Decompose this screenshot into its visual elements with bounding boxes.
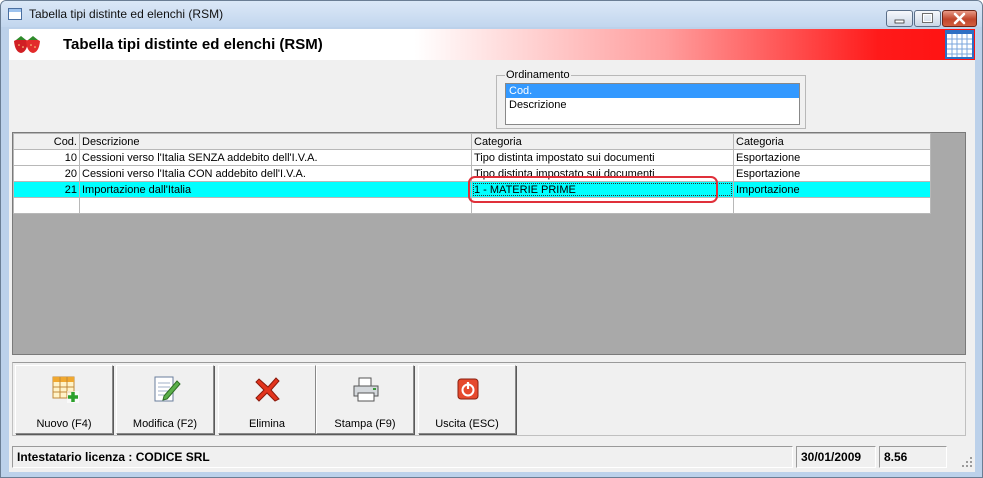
maximize-button[interactable] (914, 10, 941, 27)
printer-icon (353, 377, 379, 402)
col-header-categoria[interactable]: Categoria (471, 133, 734, 150)
status-license: Intestatario licenza : CODICE SRL (12, 446, 793, 468)
cell-cod[interactable]: 21 (13, 181, 80, 198)
grid-header-row: Cod. Descrizione Categoria Categoria (13, 133, 931, 150)
exit-button-label: Uscita (ESC) (435, 418, 499, 430)
col-header-descrizione[interactable]: Descrizione (79, 133, 472, 150)
status-bar: Intestatario licenza : CODICE SRL 30/01/… (9, 443, 975, 470)
col-header-categoria-2[interactable]: Categoria (733, 133, 931, 150)
data-grid[interactable]: Cod. Descrizione Categoria Categoria 10 … (12, 132, 966, 355)
maximize-icon (922, 13, 933, 23)
delete-button[interactable]: Elimina (218, 365, 316, 434)
sort-option-cod[interactable]: Cod. (506, 84, 799, 98)
power-icon (457, 378, 479, 400)
minimize-button[interactable] (886, 10, 913, 27)
print-button-label: Stampa (F9) (334, 418, 396, 430)
page-title: Tabella tipi distinte ed elenchi (RSM) (63, 36, 323, 53)
sort-groupbox: Ordinamento Cod. Descrizione (496, 69, 806, 129)
status-date: 30/01/2009 (796, 446, 876, 468)
cell-categoria-2[interactable] (733, 197, 931, 214)
delete-button-label: Elimina (248, 418, 286, 430)
client-area: Tabella tipi distinte ed elenchi (RSM) O… (9, 29, 975, 472)
calendar-grid-icon (945, 30, 974, 59)
window-title: Tabella tipi distinte ed elenchi (RSM) (29, 7, 224, 21)
window-icon (8, 8, 22, 20)
resize-grip-icon[interactable] (961, 456, 973, 468)
status-version: 8.56 (879, 446, 947, 468)
cell-descrizione[interactable]: Cessioni verso l'Italia CON addebito del… (79, 165, 472, 182)
sort-option-descrizione[interactable]: Descrizione (506, 98, 799, 112)
col-header-cod[interactable]: Cod. (13, 133, 80, 150)
app-window: Tabella tipi distinte ed elenchi (RSM) T… (0, 0, 983, 478)
red-x-icon (255, 377, 280, 402)
new-button-label: Nuovo (F4) (36, 418, 92, 430)
cell-descrizione[interactable]: Cessioni verso l'Italia SENZA addebito d… (79, 149, 472, 166)
annotation-highlight (468, 176, 718, 203)
sort-listbox[interactable]: Cod. Descrizione (505, 83, 800, 125)
close-button[interactable] (942, 10, 977, 27)
minimize-icon (894, 19, 905, 24)
sort-legend: Ordinamento (505, 69, 571, 81)
action-toolbar: Nuovo (F4) Modifica (F2) Elimina Stampa … (12, 362, 966, 436)
title-bar[interactable]: Tabella tipi distinte ed elenchi (RSM) (1, 1, 982, 27)
cell-categoria[interactable]: Tipo distinta impostato sui documenti (471, 149, 734, 166)
grid-add-icon (52, 376, 79, 403)
cell-cod[interactable] (13, 197, 80, 214)
cell-descrizione[interactable] (79, 197, 472, 214)
cell-categoria-2[interactable]: Esportazione (733, 149, 931, 166)
form-header: Tabella tipi distinte ed elenchi (RSM) (9, 29, 975, 60)
new-button[interactable]: Nuovo (F4) (15, 365, 113, 434)
edit-document-icon (154, 376, 181, 402)
cell-descrizione[interactable]: Importazione dall'Italia (79, 181, 472, 198)
table-row[interactable]: 10 Cessioni verso l'Italia SENZA addebit… (13, 149, 931, 166)
close-icon (953, 12, 966, 25)
edit-button[interactable]: Modifica (F2) (116, 365, 214, 434)
cell-categoria-2[interactable]: Esportazione (733, 165, 931, 182)
strawberries-icon (14, 36, 40, 53)
print-button[interactable]: Stampa (F9) (316, 365, 414, 434)
edit-button-label: Modifica (F2) (132, 418, 198, 430)
cell-cod[interactable]: 20 (13, 165, 80, 182)
exit-button[interactable]: Uscita (ESC) (418, 365, 516, 434)
cell-categoria-2[interactable]: Importazione (733, 181, 931, 198)
cell-cod[interactable]: 10 (13, 149, 80, 166)
